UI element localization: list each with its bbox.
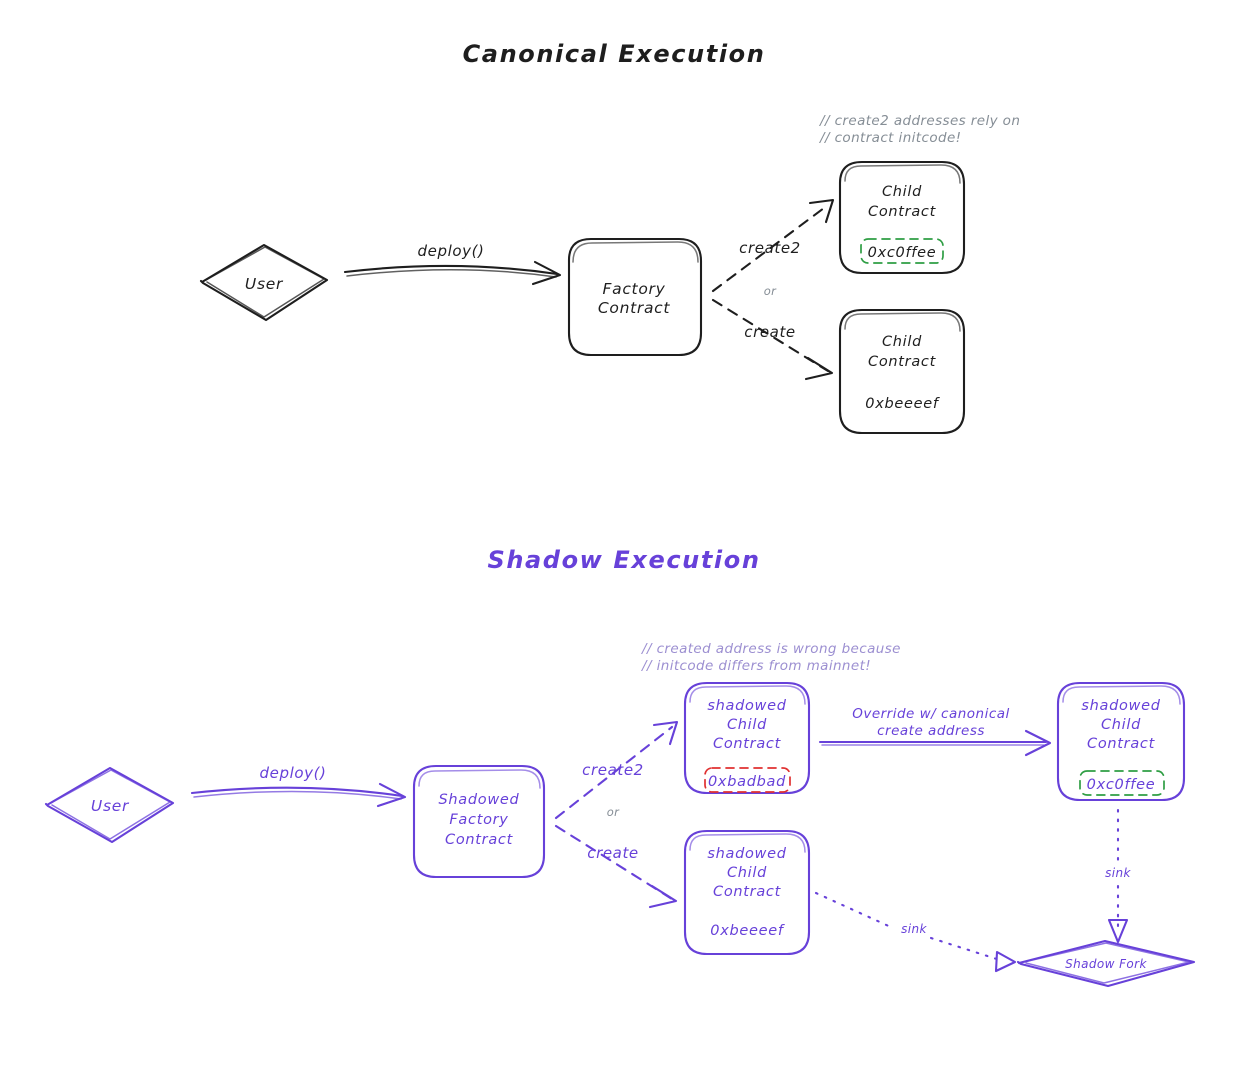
canonical-child-create-node[interactable]: Child Contract 0xbeeeef — [838, 308, 966, 435]
shadow-child-create2-line-1: shadowed — [707, 698, 786, 714]
shadow-fork-label: Shadow Fork — [1065, 957, 1147, 971]
shadow-factory-line-1: Shadowed — [439, 792, 520, 808]
canonical-comment-line-1: // create2 addresses rely on — [819, 113, 1020, 129]
diagram-canvas: Canonical Execution // create2 addresses… — [0, 0, 1246, 1085]
shadow-child-create-address: 0xbeeeef — [710, 923, 785, 939]
shadow-sink-vertical-label: sink — [1105, 866, 1131, 880]
canonical-create2-label: create2 — [739, 239, 801, 257]
shadow-child-create-node[interactable]: shadowed Child Contract 0xbeeeef — [683, 829, 811, 956]
shadow-factory-node[interactable]: Shadowed Factory Contract — [412, 764, 546, 879]
shadow-child-create-line-3: Contract — [713, 884, 782, 900]
shadow-sink-diagonal-label: sink — [901, 922, 927, 936]
shadow-child-override-node[interactable]: shadowed Child Contract 0xc0ffee — [1056, 681, 1186, 802]
shadow-deploy-edge: deploy() — [190, 764, 407, 808]
shadow-child-override-line-2: Child — [1101, 717, 1141, 733]
canonical-factory-node[interactable]: Factory Contract — [567, 237, 703, 357]
canonical-user-label: User — [245, 275, 284, 293]
canonical-comment-line-2: // contract initcode! — [819, 130, 961, 146]
canonical-child-create2-line-2: Contract — [868, 204, 937, 220]
shadow-title: Shadow Execution — [487, 546, 760, 574]
shadow-factory-line-2: Factory — [449, 812, 508, 828]
shadow-child-override-line-1: shadowed — [1081, 698, 1160, 714]
canonical-child-create2-node[interactable]: Child Contract 0xc0ffee — [838, 160, 966, 275]
shadow-fork-node[interactable]: Shadow Fork — [1016, 939, 1196, 988]
shadow-deploy-label: deploy() — [260, 764, 327, 782]
shadow-override-edge: Override w/ canonical create address — [818, 706, 1052, 757]
shadow-child-override-line-3: Contract — [1087, 736, 1156, 752]
shadow-create-label: create — [587, 844, 639, 862]
canonical-or-label: or — [764, 284, 777, 298]
shadow-override-line-2: create address — [877, 723, 985, 739]
canonical-create-label: create — [744, 323, 796, 341]
canonical-title: Canonical Execution — [463, 40, 766, 68]
shadow-child-create-line-1: shadowed — [707, 846, 786, 862]
shadow-factory-line-3: Contract — [445, 832, 514, 848]
shadow-child-create2-line-3: Contract — [713, 736, 782, 752]
canonical-deploy-edge: deploy() — [343, 242, 562, 286]
shadow-override-line-1: Override w/ canonical — [852, 706, 1010, 722]
shadow-user-node[interactable]: User — [44, 766, 175, 844]
shadow-create-edge: create — [554, 824, 678, 909]
shadow-create2-label: create2 — [582, 761, 644, 779]
canonical-child-create-address: 0xbeeeef — [865, 396, 940, 412]
canonical-factory-line-1: Factory — [603, 280, 666, 298]
shadow-create2-edge: create2 — [554, 720, 679, 820]
canonical-child-create2-address: 0xc0ffee — [868, 245, 937, 261]
canonical-create-edge: create — [711, 298, 834, 381]
shadow-child-create2-node[interactable]: shadowed Child Contract 0xbadbad — [683, 681, 811, 795]
canonical-child-create2-line-1: Child — [882, 184, 922, 200]
canonical-create2-edge: create2 — [711, 198, 835, 293]
shadow-child-create-line-2: Child — [727, 865, 767, 881]
shadow-comment-line-1: // created address is wrong because — [641, 641, 901, 657]
shadow-sink-edge-vertical: sink — [1105, 808, 1131, 944]
excalidraw-diagram: Canonical Execution // create2 addresses… — [44, 40, 1196, 988]
canonical-deploy-label: deploy() — [418, 242, 485, 260]
shadow-comment-line-2: // initcode differs from mainnet! — [641, 658, 871, 674]
shadow-user-label: User — [91, 797, 130, 815]
canonical-child-create-line-1: Child — [882, 334, 922, 350]
canonical-factory-line-2: Contract — [598, 299, 670, 317]
shadow-child-override-address: 0xc0ffee — [1087, 777, 1156, 793]
shadow-sink-edge-diagonal: sink — [814, 891, 1017, 973]
shadow-child-create2-line-2: Child — [727, 717, 767, 733]
canonical-child-create-line-2: Contract — [868, 354, 937, 370]
canonical-user-node[interactable]: User — [199, 243, 329, 322]
shadow-or-label: or — [607, 805, 620, 819]
shadow-child-create2-address: 0xbadbad — [708, 774, 786, 790]
